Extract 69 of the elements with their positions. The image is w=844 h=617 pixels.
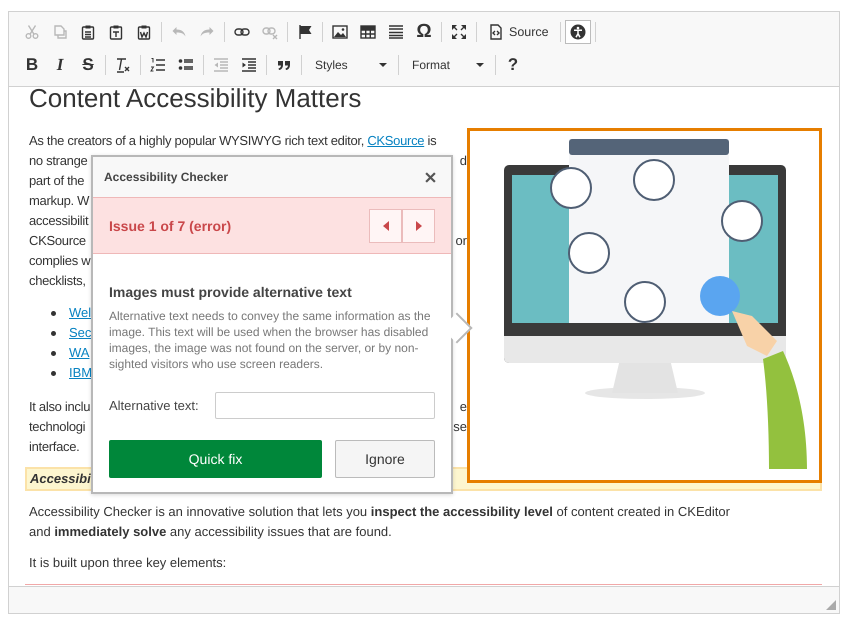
paragraph-text: As the creators of a highly popular WYSIWYG rich text editor, CKSource is [29,132,436,150]
clipboard-text-icon [108,24,124,40]
scissors-icon [24,24,40,40]
paragraph-text: se [453,418,467,436]
quick-fix-button[interactable]: Quick fix [109,440,322,478]
indent-icon [241,57,257,73]
previous-button[interactable] [369,208,402,242]
ignore-button[interactable]: Ignore [335,440,435,478]
paragraph-text: CKSource [29,232,86,250]
caret-right-icon [416,220,422,230]
accessibility-icon [570,24,586,40]
link[interactable]: CKSource [367,133,424,148]
flag-icon [297,24,313,40]
issue-counter: Issue 1 of 7 (error) [109,218,232,234]
paragraph-text: markup. W [29,192,90,210]
issue-title: Images must provide alternative text [109,283,353,301]
toolbar-button[interactable]: I [47,53,73,77]
paragraph-text: technologi [29,418,86,436]
bulleted-list-icon [178,57,194,73]
paragraph-text: interface. [29,438,80,456]
table-icon [360,24,376,40]
bullet-icon [51,370,56,376]
paragraph-text: no strange [29,152,88,170]
copy-icon [52,24,68,40]
horizontal-lines-icon [388,24,404,40]
toolbar-button[interactable]: ? [500,53,526,77]
document-code-icon [488,24,504,40]
dropdown[interactable]: Format [403,53,491,77]
next-button[interactable] [402,208,435,242]
resize-handle-icon[interactable] [826,600,836,610]
input-field[interactable] [215,392,435,419]
accessibility-button[interactable] [564,20,591,44]
bullet-icon [51,350,56,356]
link[interactable]: Sec [69,323,92,343]
paragraph-text: or [455,232,467,250]
issue-description: Alternative text needs to convey the same information as the image. This text will be used when the browser has disabled images, the image was not found on the server, or by non-sighted visitors who use screen readers. [109,308,432,372]
numbered-list-icon [150,57,166,73]
field-label: Alternative text: [109,398,199,413]
close-button[interactable] [423,170,437,184]
clear-format-icon [115,57,131,73]
paragraph-text: complies w [29,252,90,270]
toolbar-button[interactable]: S [75,53,101,77]
clipboard-icon [80,24,96,40]
bullet-icon [51,310,56,316]
paragraph-text: accessibilit [29,212,88,230]
link[interactable]: WA [69,343,90,363]
clipboard-word-icon [136,24,152,40]
link[interactable]: Wel [69,303,92,323]
paragraph-text: It also inclu [29,398,90,416]
caret-icon [379,63,387,67]
paragraph-text: It is built upon three key elements: [29,554,228,572]
maximize-icon [451,24,467,40]
dropdown[interactable]: Styles [306,53,394,77]
toolbar-button[interactable]: B [19,53,45,77]
source-button[interactable]: Source [481,20,556,44]
paragraph-text: part of the [29,172,84,190]
paragraph-text: d [460,152,467,170]
toolbar-button[interactable]: Ω [411,20,437,44]
paragraph-text: checklists, [29,272,86,290]
close-icon [424,172,436,182]
paragraph-text: e [460,398,467,416]
outdent-icon [213,57,229,73]
caret-icon [476,63,484,67]
caret-left-icon [382,220,388,230]
dialog-title: Accessibility Checker [104,170,228,184]
image-icon [332,24,348,40]
bullet-icon [51,330,56,336]
paragraph-text: Accessibility Checker is an innovative solution that lets you inspect the accessibility level of content created in CKEditor and immediately solve any accessibility issues that are found. [29,503,731,541]
link[interactable]: IBM [69,363,92,383]
